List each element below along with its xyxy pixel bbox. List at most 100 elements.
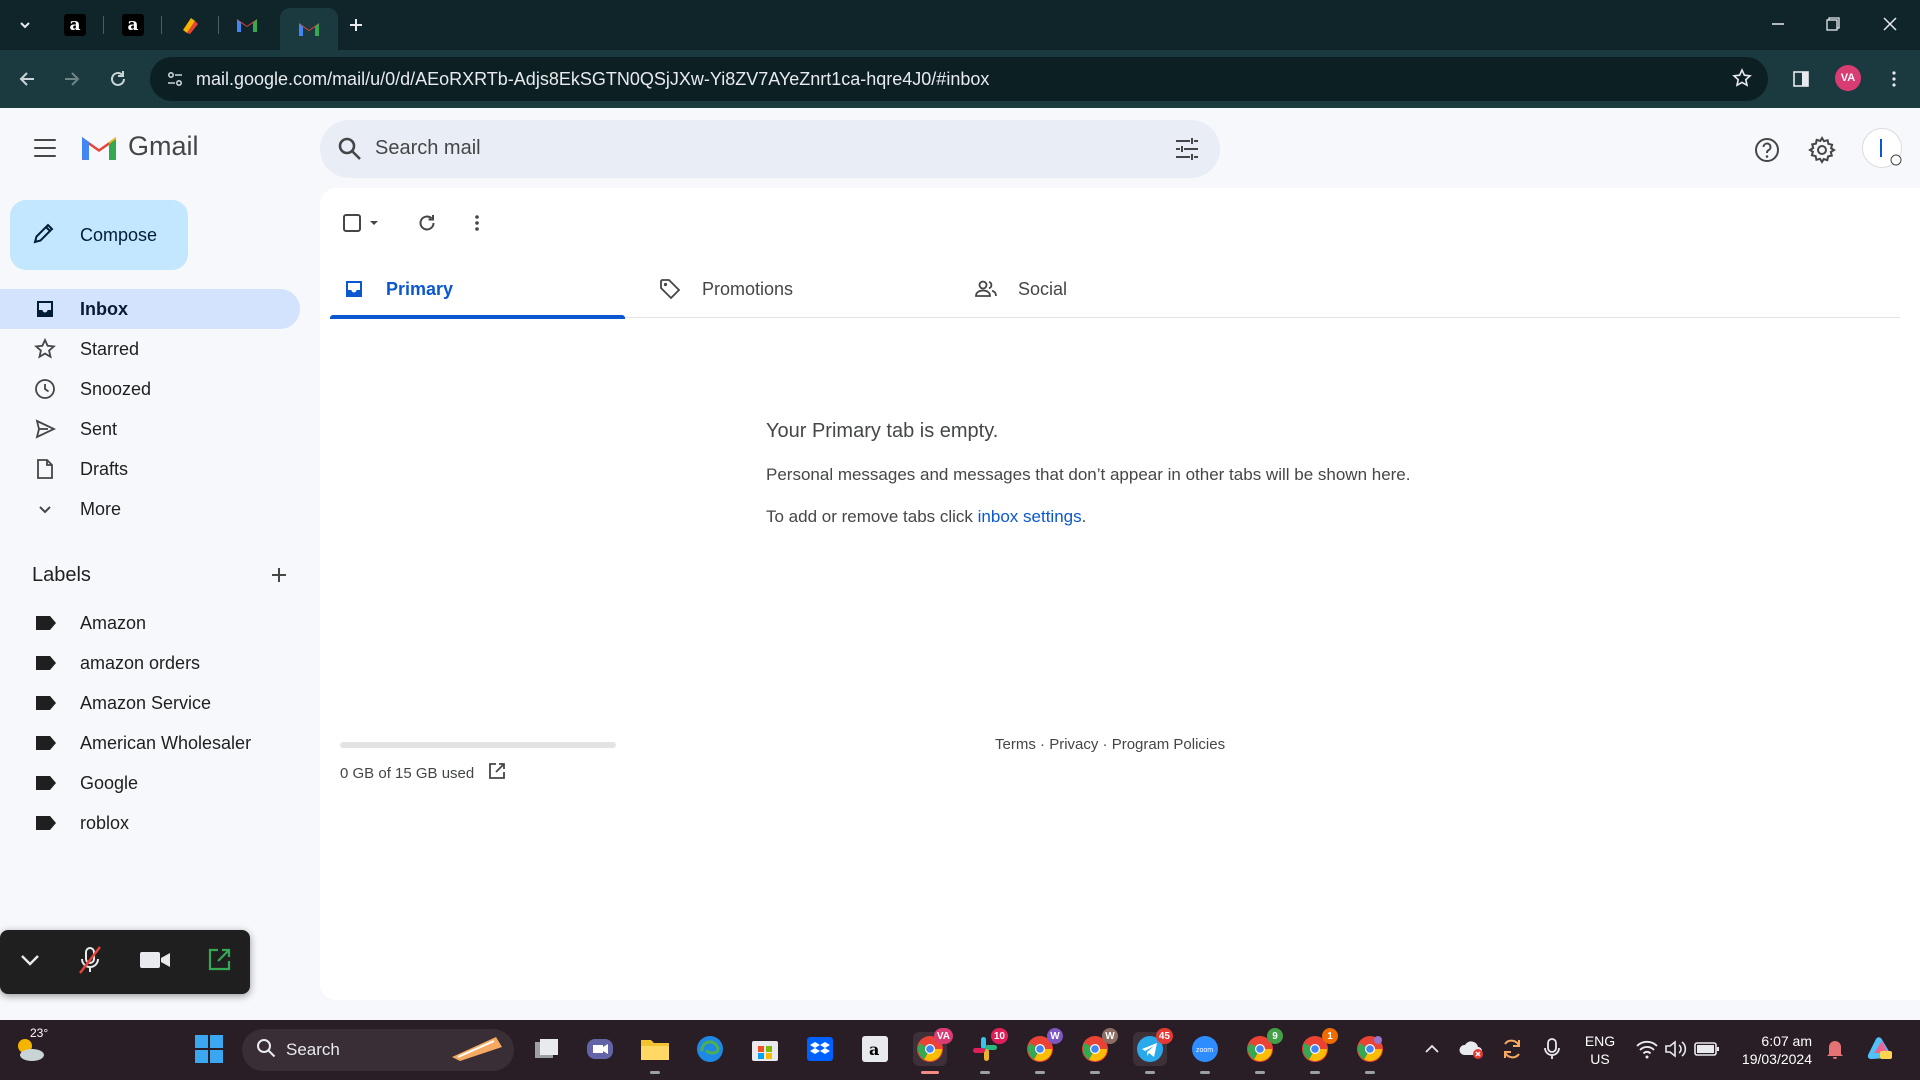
restore-button[interactable] — [1813, 6, 1853, 42]
file-explorer-icon[interactable] — [638, 1032, 672, 1074]
sidebar-item-sent[interactable]: Sent — [0, 409, 300, 449]
amazon-app-icon[interactable]: a — [858, 1032, 892, 1066]
browser-menu-button[interactable] — [1879, 64, 1909, 94]
close-window-button[interactable] — [1870, 6, 1910, 42]
collapse-chevron-icon[interactable] — [18, 948, 42, 977]
create-label-button[interactable] — [264, 560, 294, 590]
tab-amazon-2[interactable]: a — [110, 8, 156, 42]
tab-primary[interactable]: Primary — [330, 260, 625, 319]
chrome-profile-w1-icon[interactable]: W — [1023, 1028, 1063, 1074]
label-item-amazon-orders[interactable]: amazon orders — [0, 643, 300, 683]
label-item-roblox[interactable]: roblox — [0, 803, 300, 843]
minimize-button[interactable] — [1758, 6, 1798, 42]
dropbox-icon[interactable] — [803, 1032, 837, 1066]
telegram-icon[interactable]: 45 — [1133, 1028, 1173, 1074]
label-name: Google — [80, 772, 139, 793]
onedrive-error-icon[interactable] — [1455, 1032, 1489, 1066]
label-item-american-wholesaler[interactable]: American Wholesaler — [0, 723, 300, 763]
chrome-profile-1-icon[interactable]: 1 — [1298, 1028, 1338, 1074]
tab-social[interactable]: Social — [962, 260, 1257, 318]
language-indicator[interactable]: ENG US — [1578, 1032, 1622, 1068]
browser-profile-avatar[interactable]: VA — [1835, 65, 1861, 91]
copilot-icon[interactable] — [1862, 1032, 1896, 1066]
site-info-icon[interactable] — [164, 68, 186, 90]
new-tab-button[interactable] — [341, 10, 371, 40]
camera-icon[interactable] — [139, 949, 171, 976]
chrome-profile-extra-icon[interactable] — [1353, 1032, 1387, 1074]
search-input[interactable]: Search mail — [375, 137, 481, 160]
volume-icon[interactable] — [1659, 1032, 1693, 1066]
slack-icon[interactable]: 10 — [968, 1028, 1008, 1074]
taskbar-search[interactable]: Search — [242, 1029, 514, 1071]
start-button[interactable] — [192, 1032, 226, 1066]
sidebar-item-starred[interactable]: Starred — [0, 329, 300, 369]
close-icon — [1883, 17, 1897, 31]
storage-usage-text: 0 GB of 15 GB used — [340, 764, 475, 782]
teams-meet-icon[interactable] — [583, 1032, 617, 1066]
settings-gear-icon[interactable] — [1807, 135, 1837, 165]
forward-arrow-icon — [65, 72, 80, 86]
clock[interactable]: 6:07 am 19/03/2024 — [1726, 1032, 1812, 1068]
search-icon[interactable] — [336, 135, 364, 168]
refresh-button[interactable] — [410, 206, 444, 240]
notifications-bell-icon[interactable] — [1818, 1032, 1852, 1066]
tab-amazon-1[interactable]: a — [52, 8, 98, 42]
chrome-profile-w2-icon[interactable]: W — [1078, 1028, 1118, 1074]
main-menu-icon[interactable] — [30, 136, 60, 160]
program-policies-link[interactable]: Program Policies — [1112, 736, 1225, 753]
footer-links: Terms · Privacy · Program Policies — [995, 736, 1225, 753]
gmail-logo[interactable]: Gmail — [80, 131, 199, 162]
address-bar[interactable]: mail.google.com/mail/u/0/d/AEoRXRTb-Adjs… — [150, 57, 1768, 101]
tab-gmail-active[interactable] — [280, 8, 338, 50]
search-options-icon[interactable] — [1174, 136, 1200, 167]
battery-icon[interactable] — [1690, 1032, 1724, 1066]
terms-link[interactable]: Terms — [995, 736, 1036, 753]
tab-search-dropdown-icon[interactable] — [10, 10, 40, 40]
chrome-profile-9-icon[interactable]: 9 — [1243, 1028, 1283, 1074]
more-actions-button[interactable] — [460, 206, 494, 240]
open-in-new-icon[interactable] — [488, 762, 506, 784]
reload-button[interactable] — [103, 64, 133, 94]
task-view-icon[interactable] — [530, 1032, 564, 1066]
label-tag-icon — [36, 775, 56, 791]
mic-muted-icon[interactable] — [77, 945, 103, 980]
back-button[interactable] — [12, 64, 42, 94]
label-item-amazon[interactable]: Amazon — [0, 603, 300, 643]
label-item-google[interactable]: Google — [0, 763, 300, 803]
search-mail-bar[interactable]: Search mail — [320, 120, 1220, 178]
sidebar-item-drafts[interactable]: Drafts — [0, 449, 300, 489]
microphone-icon[interactable] — [1535, 1032, 1569, 1066]
share-screen-icon[interactable] — [206, 947, 232, 978]
running-indicator — [1365, 1071, 1375, 1074]
privacy-link[interactable]: Privacy — [1049, 736, 1098, 753]
weather-temp: 23° — [30, 1026, 49, 1040]
chrome-profile-va-icon[interactable]: VA — [913, 1028, 953, 1074]
help-icon[interactable] — [1752, 135, 1782, 165]
bookmark-star-icon[interactable] — [1732, 68, 1752, 94]
clock-time: 6:07 am — [1761, 1033, 1812, 1049]
weather-widget[interactable]: 23° — [10, 1026, 50, 1066]
sidebar-item-more[interactable]: More — [0, 489, 300, 529]
sidebar-item-snoozed[interactable]: Snoozed — [0, 369, 300, 409]
side-panel-button[interactable] — [1786, 64, 1816, 94]
url-text[interactable]: mail.google.com/mail/u/0/d/AEoRXRTb-Adjs… — [196, 69, 989, 90]
inbox-settings-link[interactable]: inbox settings — [978, 507, 1082, 526]
clock-icon — [30, 374, 60, 404]
google-account-avatar[interactable] — [1862, 128, 1902, 168]
show-hidden-icons-icon[interactable] — [1415, 1032, 1449, 1066]
sync-icon[interactable] — [1495, 1032, 1529, 1066]
label-item-amazon-service[interactable]: Amazon Service — [0, 683, 300, 723]
select-all-checkbox[interactable] — [340, 206, 388, 240]
svg-text:a: a — [869, 1040, 879, 1059]
zoom-icon[interactable]: zoom — [1188, 1032, 1222, 1074]
search-icon — [256, 1038, 276, 1063]
sidebar-item-inbox[interactable]: Inbox — [0, 289, 300, 329]
storage-usage: 0 GB of 15 GB used — [340, 762, 506, 784]
microsoft-store-icon[interactable] — [748, 1032, 782, 1066]
tab-gmail-1[interactable] — [224, 8, 270, 42]
tab-app[interactable] — [167, 8, 213, 42]
tab-promotions[interactable]: Promotions — [646, 260, 941, 318]
edge-browser-icon[interactable] — [693, 1032, 727, 1066]
compose-button[interactable]: Compose — [10, 200, 188, 270]
forward-button[interactable] — [57, 64, 87, 94]
